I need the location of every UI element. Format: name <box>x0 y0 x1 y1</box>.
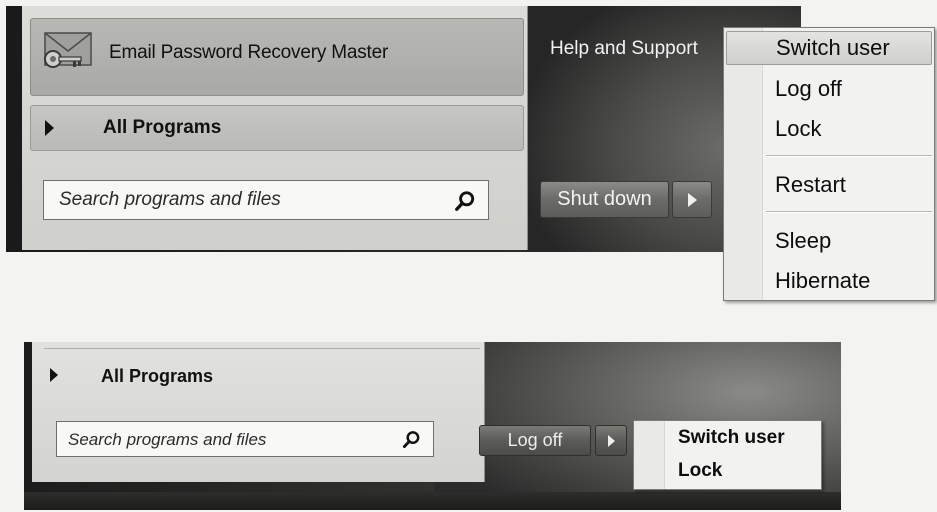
menu-item-log-off[interactable]: Log off <box>726 72 932 106</box>
program-label: Email Password Recovery Master <box>109 42 389 63</box>
chevron-right-icon <box>688 193 697 207</box>
shut-down-options-menu: Switch user Log off Lock Restart Sleep H… <box>723 27 935 301</box>
log-off-button[interactable]: Log off <box>479 425 591 456</box>
search-icon <box>455 191 475 211</box>
envelope-key-icon <box>44 32 92 68</box>
search-input[interactable]: Search programs and files <box>56 421 434 457</box>
menu-item-switch-user[interactable]: Switch user <box>636 423 819 453</box>
menu-item-lock[interactable]: Lock <box>726 112 932 146</box>
menu-item-lock[interactable]: Lock <box>636 456 819 486</box>
log-off-options-menu: Switch user Lock <box>633 420 822 490</box>
search-placeholder: Search programs and files <box>59 189 281 210</box>
program-item-email-password-recovery[interactable]: Email Password Recovery Master <box>30 18 524 96</box>
search-placeholder: Search programs and files <box>68 430 267 449</box>
shut-down-button[interactable]: Shut down <box>540 181 669 218</box>
start-menu-top: Email Password Recovery Master All Progr… <box>6 6 801 252</box>
menu-item-hibernate[interactable]: Hibernate <box>726 264 932 298</box>
menu-item-restart[interactable]: Restart <box>726 168 932 202</box>
log-off-options-button[interactable] <box>595 425 627 456</box>
divider <box>44 348 480 349</box>
help-and-support-link[interactable]: Help and Support <box>550 38 698 60</box>
all-programs-button[interactable]: All Programs <box>30 105 524 151</box>
all-programs-label: All Programs <box>101 366 214 386</box>
chevron-right-icon <box>608 435 615 447</box>
taskbar <box>24 492 841 510</box>
menu-gutter <box>724 28 763 300</box>
search-input[interactable]: Search programs and files <box>43 180 489 220</box>
menu-item-sleep[interactable]: Sleep <box>726 224 932 258</box>
all-programs-button[interactable]: All Programs <box>36 358 476 394</box>
menu-separator <box>766 155 932 157</box>
all-programs-label: All Programs <box>103 117 222 138</box>
menu-item-switch-user[interactable]: Switch user <box>726 31 932 65</box>
shut-down-options-button[interactable] <box>672 181 712 218</box>
triangle-right-icon <box>50 368 58 382</box>
triangle-right-icon <box>45 120 54 136</box>
menu-separator <box>766 211 932 213</box>
search-icon <box>402 431 420 449</box>
